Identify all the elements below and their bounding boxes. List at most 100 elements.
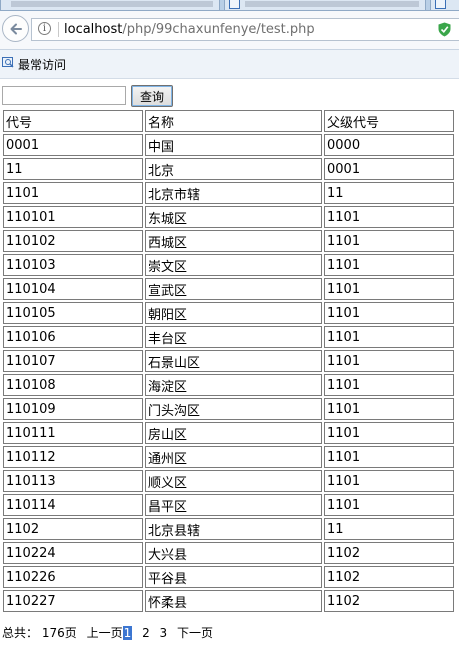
cell-code: 110113: [3, 470, 143, 492]
url-text[interactable]: localhost/php/99chaxunfenye/test.php: [64, 22, 315, 37]
table-row: 11 北京 0001: [3, 158, 454, 180]
table-row: 110109 门头沟区 1101: [3, 398, 454, 420]
cell-code: 110111: [3, 422, 143, 444]
cell-code: 11: [3, 158, 143, 180]
cell-parent-code: 11: [324, 518, 454, 540]
cell-code: 110102: [3, 230, 143, 252]
cell-code: 110106: [3, 326, 143, 348]
cell-name: 通州区: [145, 446, 322, 468]
table-row: 110226 平谷县 1102: [3, 566, 454, 588]
table-row: 0001 中国 0000: [3, 134, 454, 156]
cell-name: 大兴县: [145, 542, 322, 564]
table-row: 110106 丰台区 1101: [3, 326, 454, 348]
browser-tab[interactable]: [224, 0, 426, 10]
cell-parent-code: 1102: [324, 542, 454, 564]
cell-name: 顺义区: [145, 470, 322, 492]
table-row: 110102 西城区 1101: [3, 230, 454, 252]
cell-code: 110104: [3, 278, 143, 300]
cell-name: 房山区: [145, 422, 322, 444]
cell-name: 西城区: [145, 230, 322, 252]
table-row: 110113 顺义区 1101: [3, 470, 454, 492]
cell-parent-code: 1101: [324, 398, 454, 420]
bookmarks-bar: 最常访问: [0, 50, 459, 79]
cell-parent-code: 0001: [324, 158, 454, 180]
table-row: 110103 崇文区 1101: [3, 254, 454, 276]
arrow-left-icon: [10, 23, 22, 35]
cell-parent-code: 1101: [324, 446, 454, 468]
cell-parent-code: 1101: [324, 302, 454, 324]
cell-code: 0001: [3, 134, 143, 156]
cell-name: 宣武区: [145, 278, 322, 300]
cell-name: 海淀区: [145, 374, 322, 396]
cell-parent-code: 11: [324, 182, 454, 204]
table-header-row: 代号 名称 父级代号: [3, 110, 454, 132]
cell-code: 1101: [3, 182, 143, 204]
cell-parent-code: 1101: [324, 470, 454, 492]
pagination: 总共： 176页 上一页1 2 3 下一页: [2, 624, 213, 641]
table-row: 110112 通州区 1101: [3, 446, 454, 468]
table-row: 110105 朝阳区 1101: [3, 302, 454, 324]
info-icon[interactable]: i: [38, 22, 51, 35]
cell-name: 北京市辖: [145, 182, 322, 204]
cell-parent-code: 1101: [324, 494, 454, 516]
green-shield-icon[interactable]: [438, 22, 451, 37]
tab-title: [11, 1, 213, 7]
table-row: 110101 东城区 1101: [3, 206, 454, 228]
address-bar[interactable]: i localhost/php/99chaxunfenye/test.php: [31, 18, 459, 41]
search-button[interactable]: 查询: [131, 85, 173, 107]
header-code: 代号: [3, 110, 143, 132]
cell-code: 110108: [3, 374, 143, 396]
page-link-2[interactable]: 2: [142, 626, 150, 640]
cell-parent-code: 1101: [324, 206, 454, 228]
cell-code: 110101: [3, 206, 143, 228]
table-row: 110111 房山区 1101: [3, 422, 454, 444]
cell-name: 怀柔县: [145, 590, 322, 612]
cell-name: 朝阳区: [145, 302, 322, 324]
cell-name: 北京: [145, 158, 322, 180]
page-link-3[interactable]: 3: [160, 626, 168, 640]
divider: [58, 22, 59, 37]
cell-name: 平谷县: [145, 566, 322, 588]
table-row: 110108 海淀区 1101: [3, 374, 454, 396]
tab-title: [245, 1, 419, 7]
page-link-1[interactable]: 1: [122, 626, 133, 640]
cell-code: 110114: [3, 494, 143, 516]
cell-name: 丰台区: [145, 326, 322, 348]
cell-code: 110227: [3, 590, 143, 612]
cell-parent-code: 1101: [324, 422, 454, 444]
cell-parent-code: 1101: [324, 230, 454, 252]
table-row: 110107 石景山区 1101: [3, 350, 454, 372]
cell-parent-code: 1102: [324, 590, 454, 612]
cell-code: 110224: [3, 542, 143, 564]
cell-code: 110103: [3, 254, 143, 276]
cell-parent-code: 1101: [324, 350, 454, 372]
cell-parent-code: 1101: [324, 278, 454, 300]
back-button[interactable]: [2, 15, 29, 42]
browser-tab[interactable]: [430, 0, 459, 10]
cell-code: 110112: [3, 446, 143, 468]
prev-page-link[interactable]: 上一页: [87, 626, 123, 640]
cell-code: 110226: [3, 566, 143, 588]
cell-parent-code: 1101: [324, 374, 454, 396]
header-parent-code: 父级代号: [324, 110, 454, 132]
table-row: 110224 大兴县 1102: [3, 542, 454, 564]
table-row: 110227 怀柔县 1102: [3, 590, 454, 612]
cell-parent-code: 0000: [324, 134, 454, 156]
cell-code: 110107: [3, 350, 143, 372]
cell-parent-code: 1102: [324, 566, 454, 588]
bookmark-label: 最常访问: [18, 58, 67, 72]
cell-code: 110109: [3, 398, 143, 420]
cell-name: 门头沟区: [145, 398, 322, 420]
cell-parent-code: 1101: [324, 254, 454, 276]
cell-name: 中国: [145, 134, 322, 156]
search-input[interactable]: [2, 86, 126, 105]
table-row: 110114 昌平区 1101: [3, 494, 454, 516]
navigation-bar: i localhost/php/99chaxunfenye/test.php: [0, 11, 459, 50]
browser-tab[interactable]: [0, 0, 220, 10]
page-icon: [229, 0, 240, 9]
cell-name: 崇文区: [145, 254, 322, 276]
browser-tab-strip: [0, 0, 459, 11]
cell-name: 石景山区: [145, 350, 322, 372]
next-page-link[interactable]: 下一页: [177, 626, 213, 640]
table-row: 110104 宣武区 1101: [3, 278, 454, 300]
